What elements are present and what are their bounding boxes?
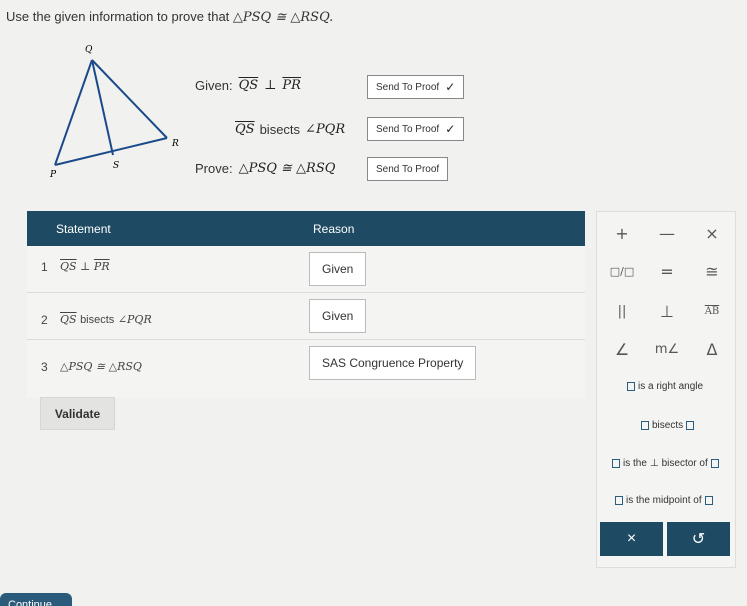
given-row-2: QS bisects ∠PQR <box>235 122 345 137</box>
row-statement: QS ⊥ PR <box>60 260 110 273</box>
send-to-proof-label: Send To Proof <box>376 81 440 93</box>
check-icon: ✓ <box>445 80 456 94</box>
row-number: 3 <box>41 360 48 374</box>
given-block: Given: QS ⊥ PR Send To Proof ✓ QS bisect… <box>195 70 485 190</box>
prompt-math: △PSQ ≅ △RSQ. <box>232 10 334 25</box>
segment-button[interactable]: AB <box>692 295 732 327</box>
angle-button[interactable]: ∠ <box>602 333 642 365</box>
send-to-proof-button-2[interactable]: Send To Proof ✓ <box>367 117 465 141</box>
congruent-button[interactable]: ≅ <box>692 255 732 287</box>
perpendicular-icon: ⊥ <box>649 458 659 469</box>
blank-box-icon <box>704 496 713 505</box>
undo-button[interactable]: ↺ <box>667 522 730 556</box>
clear-button[interactable]: × <box>600 522 663 556</box>
prove-math: △PSQ ≅ △RSQ <box>238 161 336 176</box>
proof-header: Statement Reason <box>27 211 585 246</box>
row-statement: △PSQ ≅ △RSQ <box>60 360 142 373</box>
given-op: bisects <box>259 122 301 137</box>
row-number: 1 <box>41 260 48 274</box>
blank-box-icon <box>686 421 695 430</box>
reason-header: Reason <box>313 222 355 236</box>
given-row-1: Given: QS ⊥ PR <box>195 78 301 93</box>
fraction-button[interactable]: □/□ <box>602 255 642 287</box>
measure-angle-button[interactable]: m∠ <box>647 333 687 365</box>
validate-button[interactable]: Validate <box>40 397 115 430</box>
given-math-b: PR <box>282 78 301 93</box>
bisects-phrase-button[interactable]: bisects <box>641 420 695 431</box>
row-number: 2 <box>41 313 48 327</box>
label-s: S <box>113 161 119 171</box>
blank-box-icon <box>627 382 635 391</box>
given-op: ⊥ <box>264 78 277 93</box>
triangle-figure: Q R S P <box>40 40 190 185</box>
given-math-b: ∠PQR <box>305 122 346 137</box>
blank-box-icon <box>710 459 719 468</box>
segment-qr <box>91 59 168 139</box>
check-icon: ✓ <box>445 122 456 136</box>
prove-label: Prove: <box>195 161 233 176</box>
label-p: P <box>49 170 57 180</box>
label-r: R <box>171 139 179 149</box>
proof-row-1[interactable]: 1 QS ⊥ PR Given <box>27 246 585 293</box>
given-math-a: QS <box>235 122 255 137</box>
reason-button-1[interactable]: Given <box>309 252 367 286</box>
proof-row-3[interactable]: 3 △PSQ ≅ △RSQ SAS Congruence Property <box>27 340 585 398</box>
blank-box-icon <box>612 459 620 468</box>
prove-row: Prove: △PSQ ≅ △RSQ <box>195 161 335 176</box>
send-to-proof-button-3[interactable]: Send To Proof <box>367 157 449 181</box>
proof-table: Statement Reason 1 QS ⊥ PR Given 2 QS bi… <box>27 211 585 407</box>
right-angle-phrase-button[interactable]: is a right angle <box>627 381 703 392</box>
send-to-proof-label: Send To Proof <box>376 123 440 135</box>
send-to-proof-button-1[interactable]: Send To Proof ✓ <box>367 75 465 99</box>
label-q: Q <box>85 45 93 55</box>
blank-box-icon <box>615 496 623 505</box>
equals-button[interactable]: = <box>647 255 687 287</box>
perp-bisector-phrase-button[interactable]: is the ⊥ bisector of <box>612 458 719 469</box>
plus-button[interactable]: + <box>602 217 642 249</box>
reason-button-3[interactable]: SAS Congruence Property <box>309 346 477 380</box>
given-math-a: QS <box>238 78 259 93</box>
segment-qs <box>91 59 114 156</box>
midpoint-phrase-button[interactable]: is the midpoint of <box>615 495 713 506</box>
triangle-button[interactable]: Δ <box>692 333 732 365</box>
given-label: Given: <box>195 78 233 93</box>
parallel-button[interactable]: || <box>602 295 642 327</box>
row-statement: QS bisects ∠PQR <box>60 313 152 326</box>
perpendicular-button[interactable]: ⊥ <box>647 295 687 327</box>
proof-row-2[interactable]: 2 QS bisects ∠PQR Given <box>27 293 585 340</box>
continue-button[interactable]: Continue <box>0 593 72 606</box>
segment-qp <box>54 59 93 166</box>
times-button[interactable]: × <box>692 217 732 249</box>
blank-box-icon <box>641 421 649 430</box>
symbol-palette: + — × □/□ = ≅ || ⊥ AB ∠ m∠ Δ is a right … <box>596 211 736 568</box>
statement-header: Statement <box>56 222 111 236</box>
reason-button-2[interactable]: Given <box>309 299 367 333</box>
problem-prompt: Use the given information to prove that … <box>6 9 333 25</box>
send-to-proof-label: Send To Proof <box>376 163 440 175</box>
minus-button[interactable]: — <box>647 217 687 249</box>
prompt-text: Use the given information to prove that <box>6 9 233 24</box>
